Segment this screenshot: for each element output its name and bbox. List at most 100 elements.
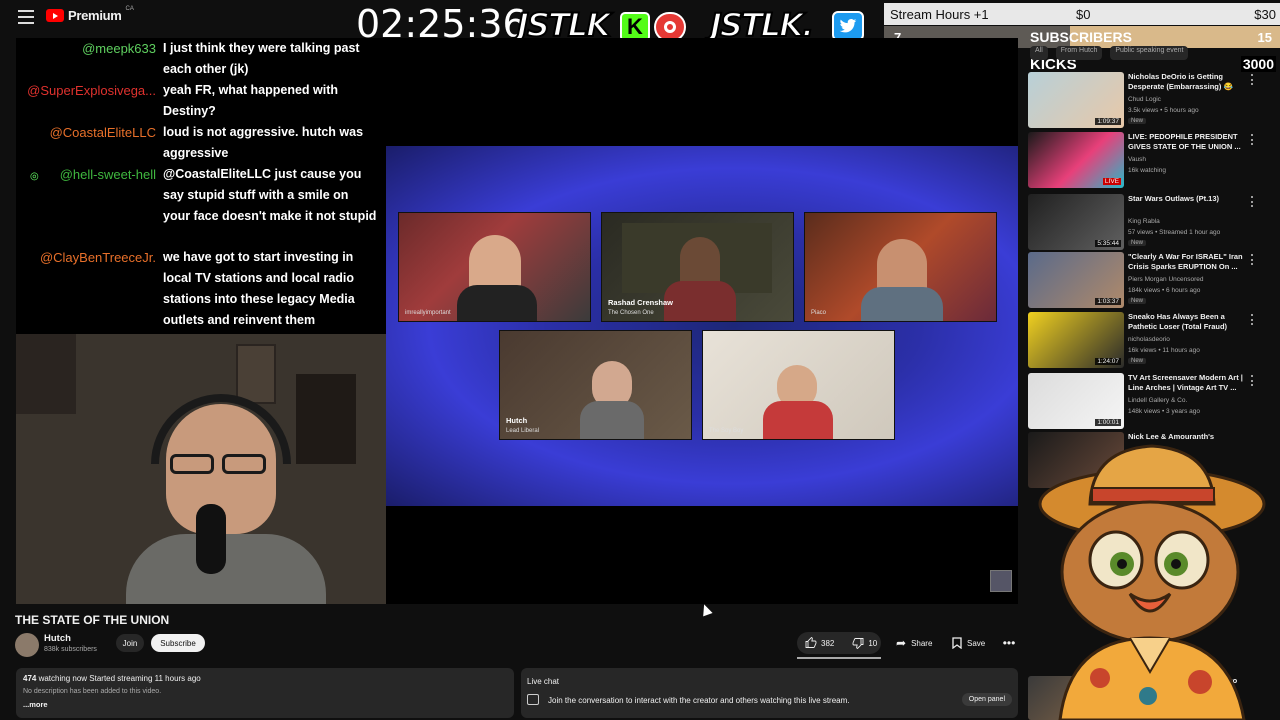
video-title[interactable]: Nicholas DeOrio is Getting Desperate (Em… <box>1128 72 1252 92</box>
participant-subtitle: Piaco <box>811 310 827 316</box>
more-vert-icon[interactable] <box>1251 314 1254 325</box>
participant-shirt <box>861 287 943 321</box>
headphones <box>151 394 291 464</box>
video-channel[interactable]: Chud Logic <box>1128 96 1161 103</box>
chip-topic[interactable]: Public speaking event <box>1110 46 1189 60</box>
video-thumbnail[interactable]: 1:24:07 <box>1028 312 1124 368</box>
like-count: 382 <box>821 638 835 648</box>
recommended-video[interactable]: 1:24:07 Sneako Has Always Been a Pathetic… <box>1028 312 1268 370</box>
stream-hours-label: Stream Hours +1 <box>890 6 989 22</box>
video-title[interactable]: Star Wars Outlaws (Pt.13) <box>1128 194 1252 204</box>
chip-from-channel[interactable]: From Hutch <box>1055 46 1103 60</box>
video-channel[interactable]: Lindell Gallery & Co. <box>1128 397 1187 404</box>
participant-tile: Piaco <box>804 212 997 322</box>
youtube-logo[interactable]: Premium CA <box>46 6 134 23</box>
twitter-bird-icon <box>832 11 864 41</box>
more-vert-icon[interactable] <box>1251 134 1254 145</box>
video-views: 3.5k views • 5 hours ago <box>1128 107 1199 114</box>
participant-shirt <box>763 401 833 439</box>
video-channel[interactable]: King Rabla <box>1128 218 1160 225</box>
mascot-pupil-dot <box>1117 559 1127 569</box>
save-button[interactable]: Save <box>944 632 993 654</box>
share-button[interactable]: ➦ Share <box>888 632 940 654</box>
video-title[interactable]: TV Art Screensaver Modern Art | Line Arc… <box>1128 373 1252 393</box>
subscribe-button[interactable]: Subscribe <box>151 634 205 652</box>
streamer-webcam <box>16 334 386 604</box>
watching-suffix: watching now Started streaming 11 hours … <box>36 674 201 683</box>
description-text: No description has been added to this vi… <box>23 688 162 695</box>
more-actions-button[interactable]: ••• <box>998 632 1020 654</box>
video-title[interactable]: "Clearly A War For ISRAEL" Iran Crisis S… <box>1128 252 1252 272</box>
menu-icon[interactable] <box>18 10 34 24</box>
more-vert-icon[interactable] <box>1251 196 1254 207</box>
more-horizontal-icon: ••• <box>1002 636 1016 650</box>
video-channel[interactable]: nicholasdeorio <box>1128 336 1170 343</box>
mascot-overlay <box>1030 432 1270 720</box>
thumbs-down-icon <box>852 638 864 649</box>
chip-all[interactable]: All <box>1030 46 1048 60</box>
dislike-button[interactable]: 10 <box>852 637 877 649</box>
participant-subtitle: Lead Liberal <box>506 428 540 434</box>
video-title[interactable]: LIVE: PEDOPHILE PRESIDENT GIVES STATE OF… <box>1128 132 1252 152</box>
channel-name[interactable]: Hutch <box>44 633 71 644</box>
channel-watermark[interactable] <box>990 570 1012 592</box>
video-views: 148k views • 3 years ago <box>1128 408 1201 415</box>
video-title[interactable]: Sneako Has Always Been a Pathetic Loser … <box>1128 312 1252 332</box>
webcam-frame <box>296 374 356 464</box>
participant-shirt <box>457 285 537 321</box>
participant-tile: imreallyimportant <box>398 212 591 322</box>
participant-name: Hutch <box>506 416 528 425</box>
recommended-video[interactable]: 1:00:01 TV Art Screensaver Modern Art | L… <box>1028 373 1268 431</box>
video-channel[interactable]: Vaush <box>1128 156 1146 163</box>
dislike-count: 10 <box>868 638 878 648</box>
stage-top-area <box>386 38 1018 146</box>
video-thumbnail[interactable]: 1:03:37 <box>1028 252 1124 308</box>
chat-bubble-icon <box>527 694 539 705</box>
join-button[interactable]: Join <box>116 634 144 652</box>
video-views: 184k views • 6 hours ago <box>1128 287 1201 294</box>
video-thumbnail[interactable]: LIVE <box>1028 132 1124 188</box>
more-vert-icon[interactable] <box>1251 254 1254 265</box>
video-thumbnail[interactable]: 5:35:44 <box>1028 194 1124 250</box>
share-icon: ➦ <box>896 636 907 650</box>
chat-text: we have got to start investing in local … <box>163 250 355 327</box>
recommended-video[interactable]: 1:09:37 Nicholas DeOrio is Getting Desper… <box>1028 72 1268 130</box>
video-views: 16k watching <box>1128 167 1166 174</box>
save-label: Save <box>967 638 986 648</box>
new-badge: New <box>1128 118 1147 124</box>
chat-text: loud is not aggressive. hutch was aggres… <box>163 125 364 160</box>
participant-subtitle: The Soy Boy <box>709 428 744 434</box>
share-label: Share <box>911 638 933 648</box>
participant-tile: Rashad Crenshaw The Chosen One <box>601 212 794 322</box>
video-thumbnail[interactable]: 1:09:37 <box>1028 72 1124 128</box>
watching-count: 474 <box>23 674 37 683</box>
chat-text: @CoastalEliteLLC just cause you say stup… <box>163 167 377 223</box>
recommended-video[interactable]: 5:35:44 Star Wars Outlaws (Pt.13) King Rab… <box>1028 194 1268 252</box>
recommended-video[interactable]: LIVE LIVE: PEDOPHILE PRESIDENT GIVES STAT… <box>1028 132 1268 190</box>
video-duration: 1:00:01 <box>1095 419 1121 426</box>
chat-text: yeah FR, what happened with Destiny? <box>163 83 339 118</box>
more-vert-icon[interactable] <box>1251 74 1254 85</box>
stream-hours-bar: Stream Hours +1 $0 $30 <box>884 3 1280 25</box>
open-panel-button[interactable]: Open panel <box>961 693 1012 706</box>
more-vert-icon[interactable] <box>1251 375 1254 386</box>
video-thumbnail[interactable]: 1:00:01 <box>1028 373 1124 429</box>
video-channel[interactable]: Piers Morgan Uncensored <box>1128 276 1204 283</box>
new-badge: New <box>1128 358 1147 364</box>
stream-hours-goal: $30 <box>1254 6 1276 22</box>
thumbs-up-icon <box>805 637 817 648</box>
description-box[interactable]: 474 watching now Started streaming 11 ho… <box>16 668 514 718</box>
like-dislike-group: 382 10 <box>797 632 881 654</box>
webcam-poster <box>16 334 76 414</box>
subscribers-label: SUBSCRIBERS <box>1030 29 1132 45</box>
video-player[interactable]: imreallyimportant Rashad Crenshaw The Ch… <box>386 146 1018 506</box>
recommended-video[interactable]: 1:03:37 "Clearly A War For ISRAEL" Iran C… <box>1028 252 1268 310</box>
participant-tile: The Soy Boy <box>702 330 895 440</box>
subscribers-goal: 15 <box>1257 29 1272 45</box>
channel-avatar[interactable] <box>15 633 39 657</box>
stage-bottom-area <box>386 506 1018 604</box>
microphone <box>196 504 226 574</box>
new-badge: New <box>1128 240 1147 246</box>
show-more-link[interactable]: ...more <box>23 700 48 709</box>
like-button[interactable]: 382 <box>805 637 834 649</box>
